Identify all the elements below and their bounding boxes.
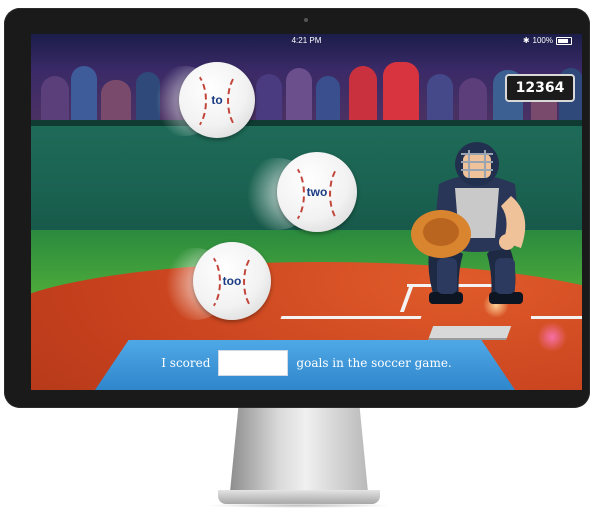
ball-seam [187,251,221,313]
battery-percent: 100% [532,36,553,45]
home-plate [428,326,512,338]
ball-word: two [306,185,328,199]
stand-shadow [206,503,392,508]
battery-icon [556,36,572,45]
ball-wrapper: to [149,62,259,146]
catcher-character [411,142,526,304]
ball-seam [173,70,207,132]
score-display: 12364 [505,74,575,102]
monitor-bezel: 4:21 PM ✱ 100% 12364 to two too I scored… [4,8,590,408]
ball-seam [243,251,277,313]
answer-drop-box[interactable] [218,350,289,376]
ball-word: too [222,274,242,288]
ball-wrapper: too [159,242,275,328]
game-screen: 4:21 PM ✱ 100% 12364 to two too I scored… [31,34,582,390]
ball-seam [271,162,305,226]
status-right: ✱ 100% [523,36,572,45]
bluetooth-icon: ✱ [522,36,530,45]
baseball-option[interactable]: too [193,242,271,320]
baseball-option[interactable]: to [179,62,255,138]
batter-box-line [531,316,582,319]
ball-wrapper: two [239,152,359,238]
status-time: 4:21 PM [291,36,322,45]
baseball-option[interactable]: two [277,152,357,232]
ball-word: to [211,93,223,107]
sentence-before: I scored [161,356,211,370]
ball-seam [329,162,363,226]
status-bar: 4:21 PM ✱ 100% [31,34,582,48]
camera-dot [304,18,308,22]
lens-flare [537,322,567,352]
ball-seam [227,70,261,132]
sentence-prompt: I scored goals in the soccer game. [31,350,582,376]
monitor-stand-neck [230,408,368,492]
sentence-after: goals in the soccer game. [296,356,452,370]
batter-box-line [280,316,422,319]
monitor-stand-base [218,490,380,504]
